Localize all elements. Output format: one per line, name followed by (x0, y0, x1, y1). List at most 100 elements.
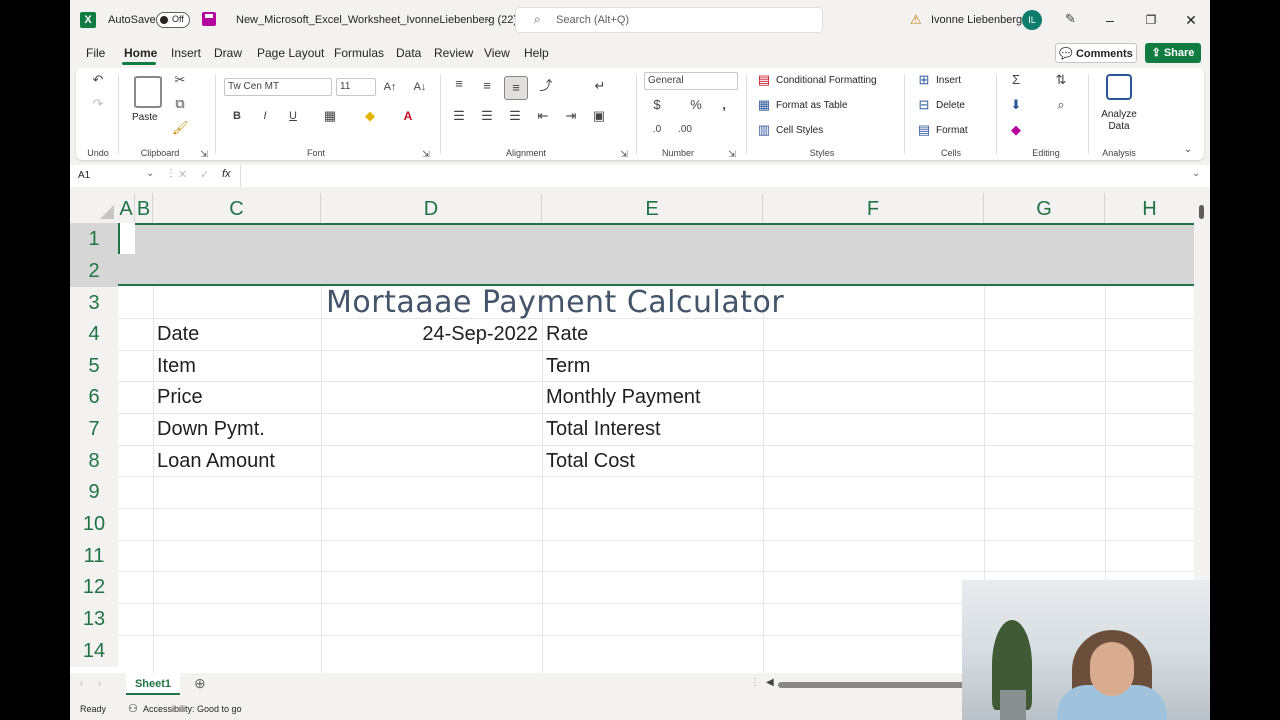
tab-scroll-right-icon[interactable]: › (98, 678, 101, 688)
name-box[interactable]: A1 (78, 170, 90, 181)
merge-center-icon[interactable]: ▣ (591, 108, 607, 124)
align-right-icon[interactable]: ☰ (507, 108, 523, 124)
sheet-tab-sheet1[interactable]: Sheet1 (126, 673, 180, 695)
avatar[interactable]: IL (1022, 10, 1042, 30)
row-header-13[interactable]: 13 (70, 603, 118, 635)
column-header-e[interactable]: E (542, 193, 763, 223)
label-date[interactable]: Date (157, 323, 199, 346)
paste-icon[interactable] (134, 76, 162, 108)
enter-icon[interactable]: ✓ (200, 168, 209, 181)
add-sheet-icon[interactable]: ⊕ (194, 675, 206, 692)
analyze-data-button[interactable]: Analyze Data (1100, 109, 1138, 133)
tab-help[interactable]: Help (524, 46, 549, 60)
clear-icon[interactable]: ◆ (1008, 122, 1024, 138)
font-size-dropdown[interactable]: 11 (336, 78, 376, 96)
row-header-14[interactable]: 14 (70, 635, 118, 667)
column-header-c[interactable]: C (153, 193, 321, 223)
tab-page-layout[interactable]: Page Layout (257, 46, 324, 60)
tab-data[interactable]: Data (396, 46, 421, 60)
delete-button[interactable]: Delete (936, 100, 965, 111)
row-header-11[interactable]: 11 (70, 540, 118, 572)
percent-icon[interactable]: % (688, 97, 704, 113)
comma-style-icon[interactable]: , (716, 97, 732, 113)
dialog-launcher-icon[interactable]: ⇲ (724, 146, 740, 162)
decrease-decimal-icon[interactable]: .00 (677, 122, 693, 138)
more-options-icon[interactable]: ⋮ (750, 677, 760, 688)
align-left-icon[interactable]: ☰ (451, 108, 467, 124)
scroll-left-icon[interactable]: ◀ (766, 677, 774, 688)
number-format-dropdown[interactable]: General (644, 72, 738, 90)
increase-indent-icon[interactable]: ⇥ (563, 108, 579, 124)
align-bottom-icon[interactable]: ≡ (504, 76, 528, 100)
bold-icon[interactable]: B (229, 108, 245, 124)
date-value-cell[interactable]: 24-Sep-2022 (321, 323, 538, 346)
warning-icon[interactable]: ⚠ (910, 12, 922, 28)
column-header-f[interactable]: F (763, 193, 984, 223)
dialog-launcher-icon[interactable]: ⇲ (196, 146, 212, 162)
underline-icon[interactable]: U (285, 108, 301, 124)
pen-icon[interactable]: ✎ (1065, 11, 1076, 27)
format-cells-icon[interactable]: ▤ (916, 122, 932, 138)
label-monthly-payment[interactable]: Monthly Payment (546, 386, 701, 409)
dialog-launcher-icon[interactable]: ⇲ (616, 146, 632, 162)
column-header-a[interactable]: A (118, 193, 135, 223)
fill-color-icon[interactable]: ◆ (362, 108, 378, 124)
share-button[interactable]: ⇪ Share (1145, 43, 1201, 63)
label-loan-amount[interactable]: Loan Amount (157, 450, 275, 473)
decrease-font-icon[interactable]: A↓ (412, 79, 428, 95)
dialog-launcher-icon[interactable]: ⇲ (418, 146, 434, 162)
decrease-indent-icon[interactable]: ⇤ (535, 108, 551, 124)
label-rate[interactable]: Rate (546, 323, 588, 346)
label-term[interactable]: Term (546, 355, 590, 378)
close-button[interactable]: ✕ (1181, 10, 1201, 30)
tab-home[interactable]: Home (124, 46, 157, 60)
font-name-dropdown[interactable]: Tw Cen MT (224, 78, 332, 96)
label-down-pymt[interactable]: Down Pymt. (157, 418, 265, 441)
row-header-6[interactable]: 6 (70, 381, 118, 413)
undo-icon[interactable]: ↶ (90, 72, 106, 88)
select-all-corner[interactable] (70, 193, 118, 223)
find-select-icon[interactable]: ⌕ (1053, 97, 1069, 113)
chevron-down-icon[interactable]: ⌄ (1192, 168, 1200, 179)
redo-icon[interactable]: ↷ (90, 96, 106, 112)
font-color-icon[interactable]: A (400, 108, 416, 124)
format-painter-icon[interactable]: 🖌 (172, 120, 189, 136)
label-item[interactable]: Item (157, 355, 196, 378)
insert-button[interactable]: Insert (936, 75, 961, 86)
insert-cells-icon[interactable]: ⊞ (916, 72, 932, 88)
row-header-4[interactable]: 4 (70, 318, 118, 350)
format-as-table-icon[interactable]: ▦ (756, 97, 772, 113)
save-icon[interactable] (202, 12, 216, 26)
orientation-icon[interactable]: ⤴ (538, 78, 554, 94)
minimize-button[interactable]: – (1100, 10, 1120, 30)
increase-decimal-icon[interactable]: .0 (649, 122, 665, 138)
align-top-icon[interactable]: ≡ (451, 76, 467, 92)
selected-rows-range[interactable] (118, 223, 1194, 286)
borders-icon[interactable]: ▦ (322, 108, 338, 124)
increase-font-icon[interactable]: A↑ (382, 79, 398, 95)
accessibility-icon[interactable]: ⚇ (128, 702, 138, 715)
paste-label[interactable]: Paste (132, 112, 158, 123)
sheet-title-cell[interactable]: Mortaaae Payment Calculator (326, 285, 784, 320)
label-price[interactable]: Price (157, 386, 203, 409)
column-header-b[interactable]: B (135, 193, 153, 223)
restore-button[interactable]: ❐ (1141, 10, 1161, 30)
vertical-scroll-thumb[interactable] (1199, 205, 1204, 219)
tab-review[interactable]: Review (434, 46, 473, 60)
autosum-icon[interactable]: Σ (1008, 72, 1024, 88)
autosave-toggle[interactable]: Off (156, 12, 190, 28)
tab-file[interactable]: File (86, 46, 105, 60)
chevron-down-icon[interactable]: ⌄ (1180, 142, 1196, 158)
comments-button[interactable]: 💬 Comments (1055, 43, 1137, 63)
user-name[interactable]: Ivonne Liebenberg (931, 14, 1022, 26)
horizontal-scroll-thumb[interactable] (778, 682, 968, 688)
row-header-8[interactable]: 8 (70, 445, 118, 477)
column-header-g[interactable]: G (984, 193, 1105, 223)
row-header-1[interactable]: 1 (70, 223, 118, 255)
label-total-interest[interactable]: Total Interest (546, 418, 661, 441)
active-cell-a1[interactable] (118, 223, 135, 254)
copy-icon[interactable]: ⧉ (172, 96, 188, 112)
label-total-cost[interactable]: Total Cost (546, 450, 635, 473)
tab-view[interactable]: View (484, 46, 510, 60)
insert-function-icon[interactable]: fx (222, 168, 231, 180)
